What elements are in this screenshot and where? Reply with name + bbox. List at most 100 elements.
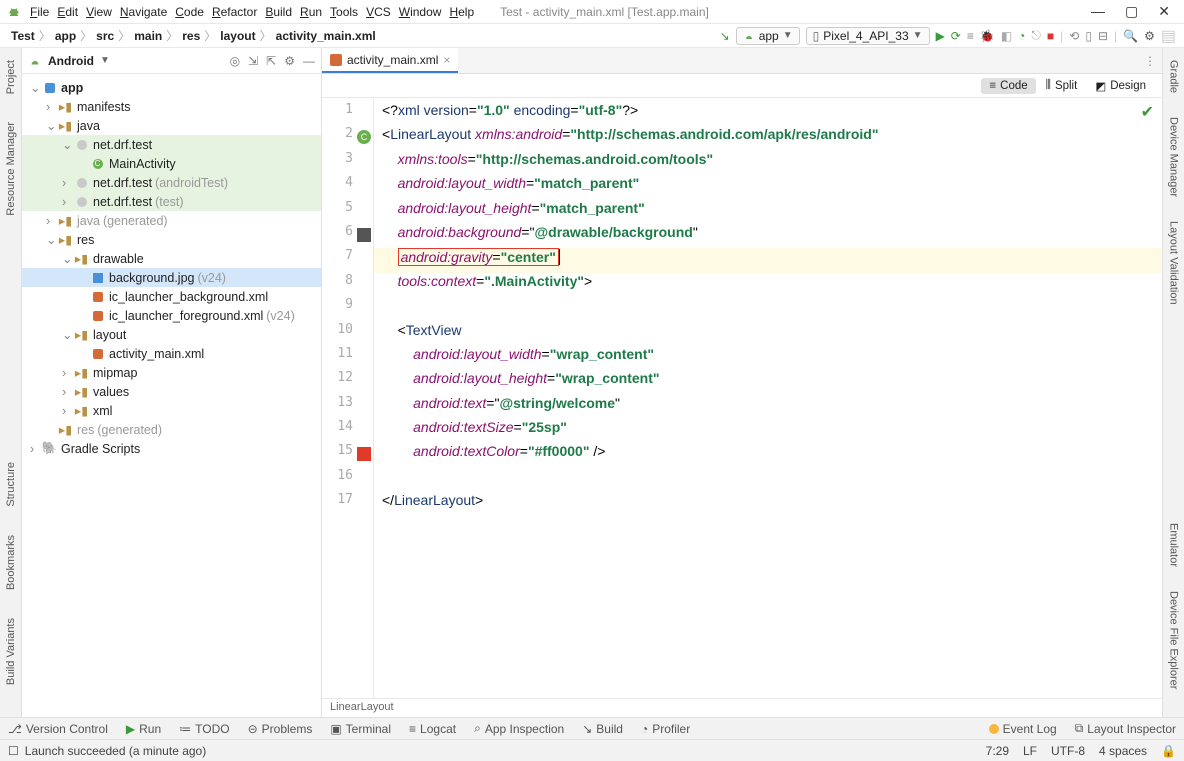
avd-icon[interactable]: ▯ xyxy=(1085,29,1092,43)
crumb-3[interactable]: main xyxy=(131,29,165,43)
menu-window[interactable]: Window xyxy=(395,3,446,21)
tool-build-variants[interactable]: Build Variants xyxy=(5,614,17,689)
gear-icon[interactable]: ⚙ xyxy=(284,54,295,68)
tree-row[interactable]: ›🐘Gradle Scripts xyxy=(22,439,321,458)
crumb-2[interactable]: src xyxy=(93,29,117,43)
menu-run[interactable]: Run xyxy=(296,3,326,21)
menu-build[interactable]: Build xyxy=(261,3,296,21)
maximize-icon[interactable]: ▢ xyxy=(1125,3,1138,20)
tree-row[interactable]: ›▸▮xml xyxy=(22,401,321,420)
tw-problems[interactable]: ⊝ Problems xyxy=(248,722,313,736)
tree-row[interactable]: activity_main.xml xyxy=(22,344,321,363)
minimize-icon[interactable]: — xyxy=(1091,3,1105,20)
tree-row[interactable]: ›▸▮values xyxy=(22,382,321,401)
menu-code[interactable]: Code xyxy=(171,3,208,21)
crumb-5[interactable]: layout xyxy=(217,29,258,43)
menu-refactor[interactable]: Refactor xyxy=(208,3,261,21)
code-editor[interactable]: ✔ <?xml version="1.0" encoding="utf-8"?>… xyxy=(374,98,1162,698)
tree-row[interactable]: background.jpg(v24) xyxy=(22,268,321,287)
crumb-6[interactable]: activity_main.xml xyxy=(273,29,379,43)
target-icon[interactable]: ◎ xyxy=(230,54,240,68)
tool-bookmarks[interactable]: Bookmarks xyxy=(5,531,17,594)
tool-gradle[interactable]: Gradle xyxy=(1168,56,1180,97)
expand-icon[interactable]: ⇲ xyxy=(248,54,258,68)
menu-vcs[interactable]: VCS xyxy=(362,3,395,21)
build-hammer-icon[interactable]: ↘ xyxy=(720,29,730,43)
tree-row[interactable]: ⌄▸▮drawable xyxy=(22,249,321,268)
menu-help[interactable]: Help xyxy=(445,3,478,21)
tree-row[interactable]: ▸▮res(generated) xyxy=(22,420,321,439)
menu-tools[interactable]: Tools xyxy=(326,3,362,21)
tool-project[interactable]: Project xyxy=(5,56,17,98)
tree-row[interactable]: ic_launcher_background.xml xyxy=(22,287,321,306)
settings-icon[interactable]: ⚙ xyxy=(1144,29,1155,43)
crumb-0[interactable]: Test xyxy=(8,29,38,43)
tool-device-manager[interactable]: Device Manager xyxy=(1168,113,1180,201)
tree-row[interactable]: ⌄▸▮res xyxy=(22,230,321,249)
menu-edit[interactable]: Edit xyxy=(53,3,82,21)
debug-icon[interactable]: 🐞 xyxy=(980,29,995,43)
tree-row[interactable]: ⌄app xyxy=(22,78,321,97)
tree-row[interactable]: ⌄net.drf.test xyxy=(22,135,321,154)
tw-layout-inspector[interactable]: ⧉ Layout Inspector xyxy=(1075,721,1176,736)
tw-app-inspection[interactable]: ⌕ App Inspection xyxy=(474,721,564,736)
tw-profiler[interactable]: ◔ Profiler xyxy=(641,722,690,736)
sdk-icon[interactable]: ⊟ xyxy=(1098,29,1108,43)
coverage-icon[interactable]: ◧ xyxy=(1001,29,1012,43)
caret-position[interactable]: 7:29 xyxy=(986,744,1009,758)
editor-breadcrumb[interactable]: LinearLayout xyxy=(322,698,1162,717)
tool-structure[interactable]: Structure xyxy=(5,458,17,511)
run-config-selector[interactable]: app▼ xyxy=(736,27,800,45)
menu-view[interactable]: View xyxy=(82,3,116,21)
tree-row[interactable]: ⌄▸▮layout xyxy=(22,325,321,344)
project-view-selector[interactable]: Android xyxy=(48,54,94,68)
tree-row[interactable]: ›▸▮java(generated) xyxy=(22,211,321,230)
tree-row[interactable]: ›net.drf.test(test) xyxy=(22,192,321,211)
more-icon[interactable]: ⋮ xyxy=(1144,54,1156,68)
search-icon[interactable]: 🔍 xyxy=(1123,29,1138,43)
indent-setting[interactable]: 4 spaces xyxy=(1099,744,1147,758)
device-selector[interactable]: ▯Pixel_4_API_33▼ xyxy=(806,27,930,45)
tool-emulator[interactable]: Emulator xyxy=(1168,519,1180,571)
attach-debugger-icon[interactable]: ⎋ xyxy=(1031,28,1041,43)
tree-row[interactable]: ›net.drf.test(androidTest) xyxy=(22,173,321,192)
profile-icon[interactable]: ◔ xyxy=(1018,29,1025,43)
line-separator[interactable]: LF xyxy=(1023,744,1037,758)
tab-activity-main[interactable]: activity_main.xml × xyxy=(322,48,458,73)
sync-icon[interactable]: ⟲ xyxy=(1069,29,1079,43)
gutter[interactable]: 12C34567891011121314151617 xyxy=(322,98,374,698)
list-icon[interactable]: ≡ xyxy=(967,29,974,43)
tw-build[interactable]: ↘ Build xyxy=(582,722,623,736)
tool-device-file-explorer[interactable]: Device File Explorer xyxy=(1168,587,1180,693)
tool-layout-validation[interactable]: Layout Validation xyxy=(1168,217,1180,309)
collapse-icon[interactable]: ⇱ xyxy=(266,54,276,68)
tool-resource-manager[interactable]: Resource Manager xyxy=(5,118,17,220)
hide-icon[interactable]: — xyxy=(303,54,315,68)
mode-code[interactable]: ≡ Code xyxy=(981,78,1035,94)
tree-row[interactable]: CMainActivity xyxy=(22,154,321,173)
tree-row[interactable]: ›▸▮mipmap xyxy=(22,363,321,382)
tab-close-icon[interactable]: × xyxy=(443,53,450,67)
crumb-4[interactable]: res xyxy=(179,29,203,43)
menu-navigate[interactable]: Navigate xyxy=(116,3,171,21)
mode-design[interactable]: ◩ Design xyxy=(1087,77,1154,95)
run-icon[interactable]: ▶ xyxy=(936,29,945,43)
stop-icon[interactable]: ■ xyxy=(1047,29,1054,43)
close-icon[interactable]: ✕ xyxy=(1158,3,1170,20)
crumb-1[interactable]: app xyxy=(52,29,79,43)
tree-row[interactable]: ›▸▮manifests xyxy=(22,97,321,116)
tree-row[interactable]: ⌄▸▮java xyxy=(22,116,321,135)
tw-terminal[interactable]: ▣ Terminal xyxy=(330,722,391,736)
tw-logcat[interactable]: ≡ Logcat xyxy=(409,722,456,736)
project-tree[interactable]: ⌄app›▸▮manifests⌄▸▮java⌄net.drf.testCMai… xyxy=(22,74,321,717)
tw-event-log[interactable]: Event Log xyxy=(989,722,1057,736)
apply-changes-icon[interactable]: ⟳ xyxy=(951,29,961,43)
menu-file[interactable]: File xyxy=(26,3,53,21)
tw-run[interactable]: ▶ Run xyxy=(126,722,161,736)
tree-row[interactable]: ic_launcher_foreground.xml(v24) xyxy=(22,306,321,325)
user-icon[interactable]: ▤ xyxy=(1161,26,1176,46)
file-encoding[interactable]: UTF-8 xyxy=(1051,744,1085,758)
mode-split[interactable]: ⫼ Split xyxy=(1038,77,1086,94)
tw-version-control[interactable]: ⎇ Version Control xyxy=(8,722,108,736)
readonly-icon[interactable]: 🔒 xyxy=(1161,744,1176,758)
